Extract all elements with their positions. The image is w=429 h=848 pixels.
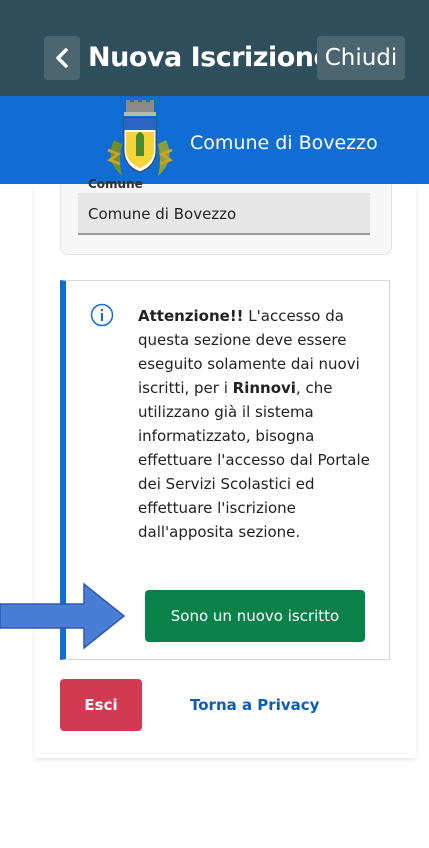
close-button[interactable]: Chiudi bbox=[317, 36, 405, 80]
back-to-privacy-link[interactable]: Torna a Privacy bbox=[190, 679, 319, 731]
pointer-arrow-icon bbox=[0, 582, 126, 650]
page-title: Nuova Iscrizione bbox=[88, 42, 332, 73]
notice-intro: Attenzione!! bbox=[138, 307, 244, 325]
exit-button[interactable]: Esci bbox=[60, 679, 142, 731]
info-icon bbox=[90, 303, 114, 327]
notice-text-part-2: , che utilizzano già il sistema informat… bbox=[138, 379, 370, 541]
new-user-button[interactable]: Sono un nuovo iscritto bbox=[145, 590, 365, 642]
notice-rinnovi: Rinnovi bbox=[232, 379, 296, 397]
chevron-left-icon bbox=[56, 48, 68, 68]
notice-message: Attenzione!! L'accesso da questa sezione… bbox=[138, 304, 378, 544]
comune-name: Comune di Bovezzo bbox=[190, 132, 378, 154]
comune-field-label: Comune bbox=[88, 178, 143, 188]
comune-crest-icon bbox=[106, 100, 174, 176]
comune-field[interactable]: Comune di Bovezzo bbox=[78, 193, 370, 235]
back-button[interactable] bbox=[44, 36, 80, 80]
